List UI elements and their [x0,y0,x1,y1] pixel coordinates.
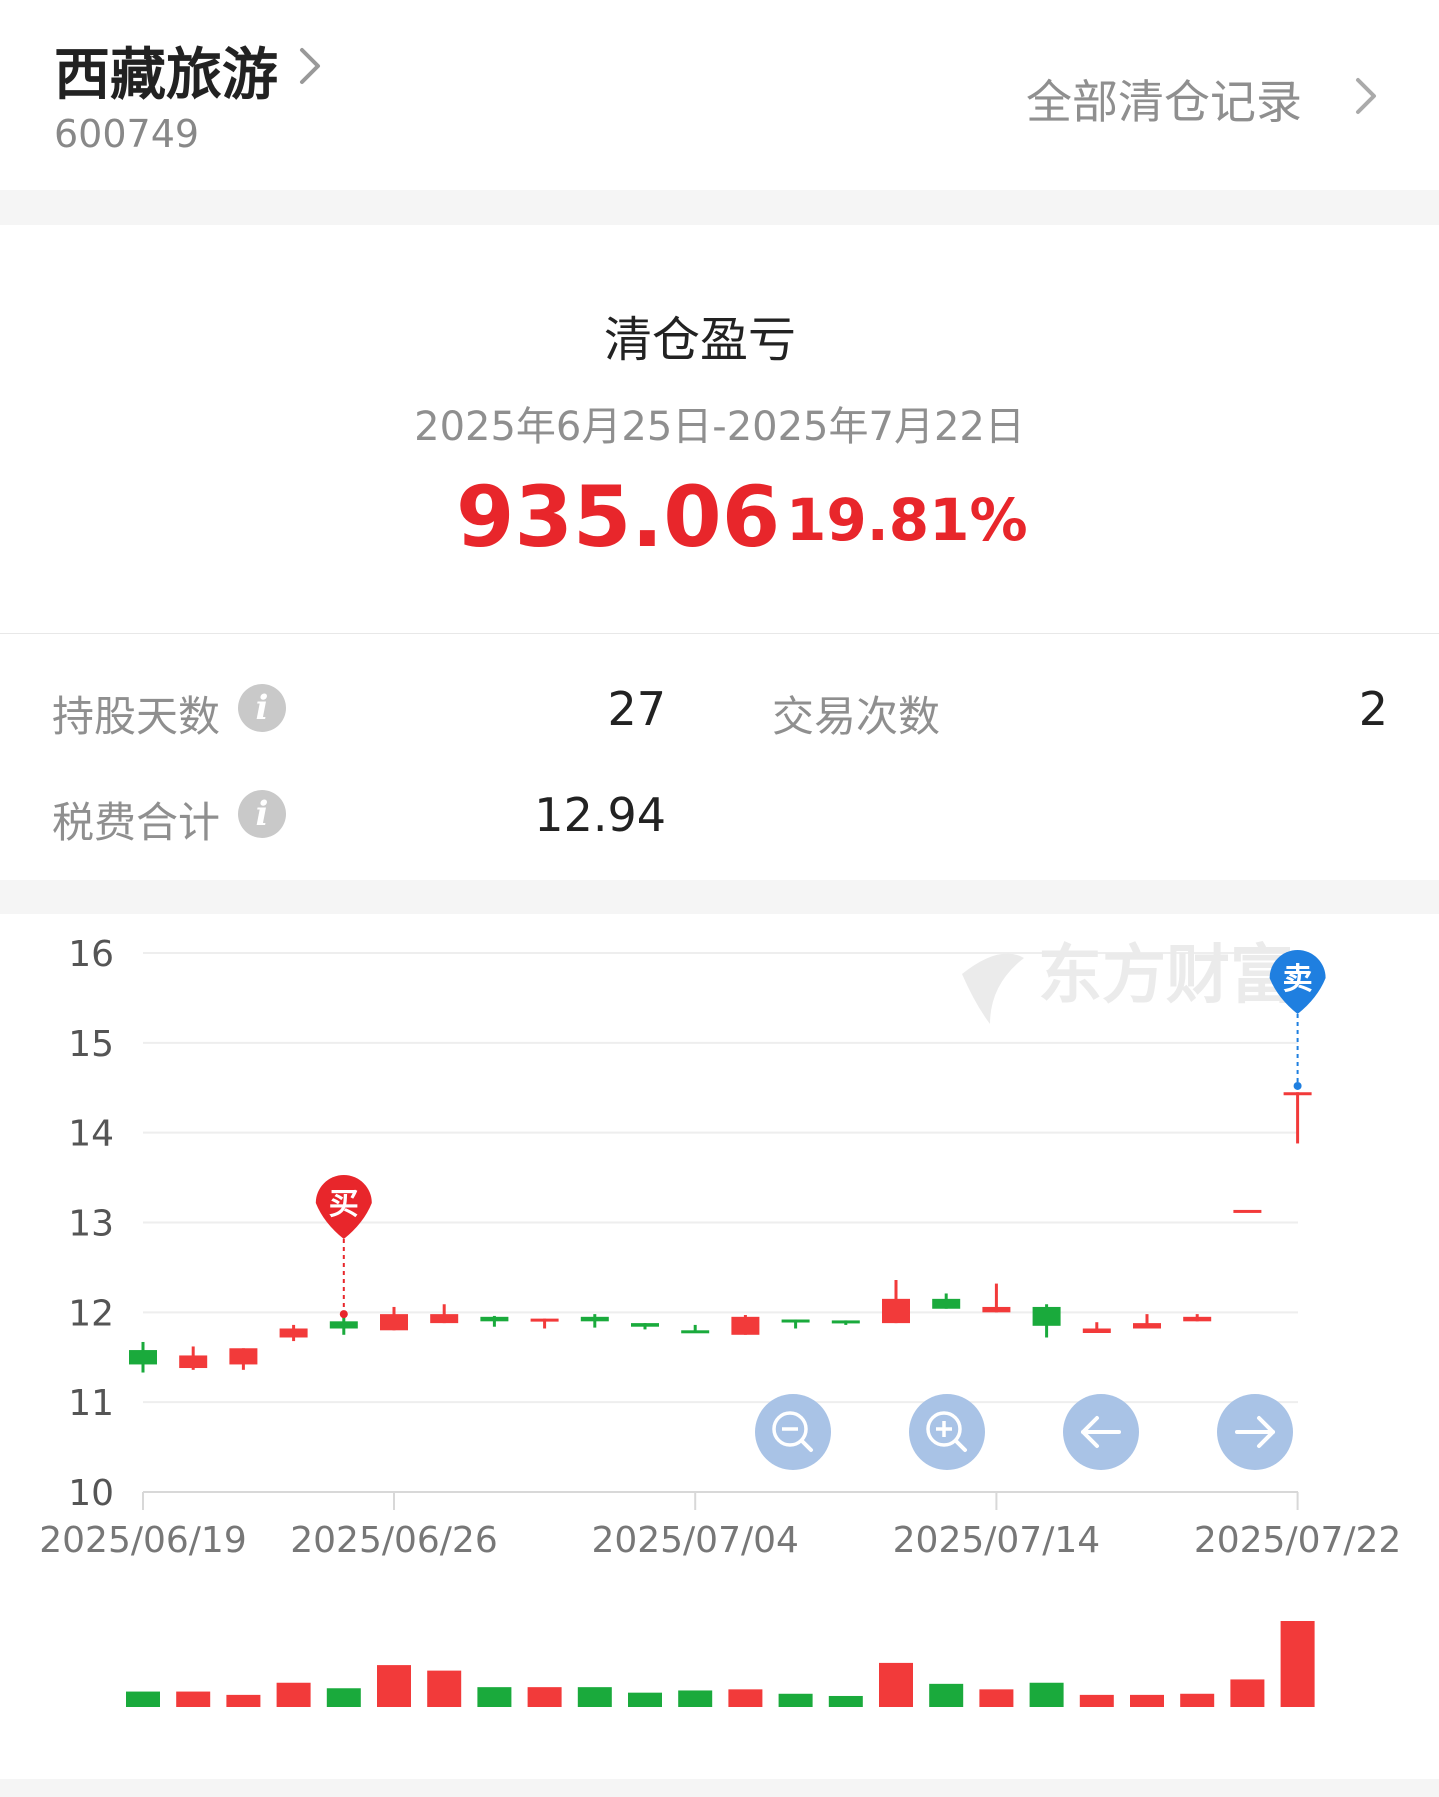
candle-body [1082,1328,1111,1333]
volume-bar [226,1694,261,1707]
volume-bar [477,1687,512,1707]
y-tick-label: 12 [68,1293,114,1334]
holding-days-label: 持股天数 [52,692,221,741]
candle-body [1233,1209,1262,1213]
marker-dot [1293,1081,1302,1090]
chevron-right-icon[interactable] [1354,76,1378,116]
marker-dot [339,1310,348,1319]
candle-body [681,1330,710,1334]
sell-marker-label: 卖 [1283,962,1313,997]
scroll-left-button[interactable] [1063,1394,1139,1470]
candle-body [380,1314,408,1331]
candle-body [1283,1092,1312,1096]
y-tick-label: 13 [68,1204,114,1245]
candle-body [480,1316,509,1322]
candle-body [1183,1316,1212,1322]
all-records-link[interactable]: 全部清仓记录 [1026,66,1302,132]
volume-bar [527,1687,562,1707]
volume-bar [678,1690,713,1707]
candle-body [982,1306,1011,1313]
candle-body [530,1318,559,1322]
trade-count-value: 2 [1358,682,1388,736]
x-tick-label: 2025/06/26 [290,1520,498,1561]
zoom-in-button[interactable] [909,1394,985,1470]
chevron-right-icon[interactable] [296,46,324,86]
scroll-right-button[interactable] [1217,1394,1293,1470]
candle-body [631,1323,659,1327]
volume-bar [1130,1694,1164,1707]
volume-bar [778,1693,813,1707]
candle-body [1032,1306,1061,1326]
y-tick-label: 14 [68,1114,114,1155]
stock-name[interactable]: 西藏旅游 [54,30,278,111]
watermark-logo-icon [962,953,1024,1024]
trade-count-label: 交易次数 [772,692,941,741]
zoom-out-icon[interactable] [755,1394,831,1470]
volume-bar [377,1665,411,1707]
candle-body [932,1298,961,1309]
candle-body [831,1320,860,1324]
candle-body [1133,1323,1161,1329]
volume-bar [276,1682,311,1707]
summary-period: 2025年6月25日-2025年7月22日 [414,404,1025,450]
candle-body [731,1316,760,1335]
volume-bar [1280,1621,1315,1707]
candle-body [580,1316,609,1322]
candle-body [430,1314,459,1324]
y-tick-label: 10 [68,1473,114,1514]
profit-rate: 19.81% [786,486,1028,554]
volume-bar [126,1691,160,1707]
volume-bar [979,1689,1014,1707]
volume-bar [1079,1694,1114,1707]
x-tick-label: 2025/07/14 [893,1520,1101,1561]
x-tick-label: 2025/07/22 [1194,1520,1402,1561]
candle-body [129,1350,157,1365]
info-icon[interactable]: i [238,790,286,838]
candle-body [279,1328,308,1338]
info-icon[interactable]: i [238,684,286,732]
volume-bar [879,1662,913,1707]
y-tick-label: 15 [68,1024,114,1065]
candle-body [179,1355,208,1369]
volume-bar [427,1670,462,1707]
volume-bar [828,1695,863,1707]
watermark-text: 东方财富 [1038,939,1294,1013]
volume-bar [1029,1682,1064,1707]
volume-bar [577,1687,612,1707]
candle-body [329,1321,358,1329]
x-tick-label: 2025/07/04 [591,1520,799,1561]
zoom-out-button[interactable] [755,1394,831,1470]
stock-code: 600749 [54,112,200,156]
fees-value: 12.94 [534,788,666,842]
summary-title: 清仓盈亏 [603,312,796,368]
volume-bar [1230,1679,1265,1707]
holding-days-value: 27 [607,682,666,736]
candle-body [229,1348,258,1365]
fees-label: 税费合计 [52,798,221,847]
y-tick-label: 16 [68,934,114,975]
profit-amount: 935.06 [456,468,781,566]
zoom-in-icon[interactable] [909,1394,985,1470]
buy-marker-label: 买 [329,1187,359,1222]
volume-bar [176,1691,211,1707]
volume-bar [728,1689,763,1707]
volume-bar [628,1692,662,1707]
candle-body [882,1298,910,1324]
volume-bar [1180,1693,1215,1707]
candle-body [781,1319,810,1323]
volume-bar [326,1688,361,1707]
volume-bar [929,1683,964,1707]
candlestick-chart[interactable]: 16 15 14 13 12 11 10 2025/06/19 2025/06/26 2025/0… [0,914,1439,1779]
y-tick-label: 11 [68,1383,114,1424]
x-tick-label: 2025/06/19 [39,1520,247,1561]
